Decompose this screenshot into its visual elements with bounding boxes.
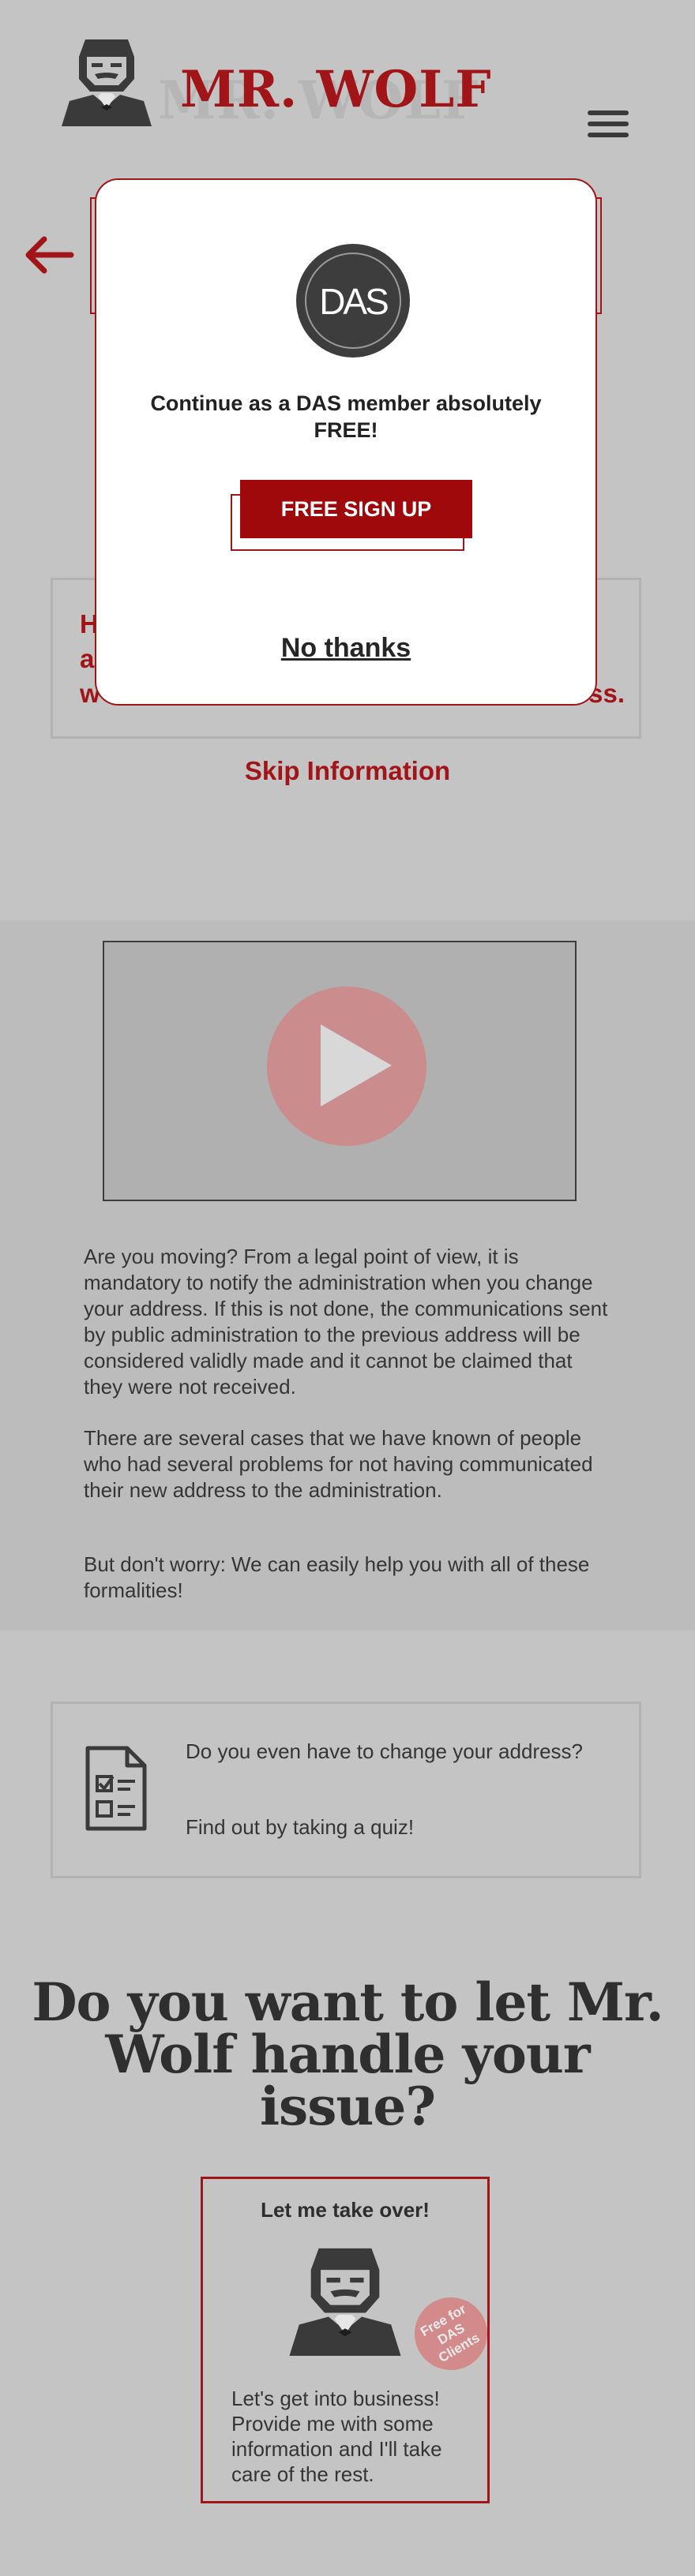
modal-title: Continue as a DAS member absolutely FREE… xyxy=(150,391,542,442)
free-for-das-badge: Free for DAS Clients xyxy=(401,2284,501,2383)
free-signup-button[interactable]: FREE SIGN UP xyxy=(240,480,472,538)
hamburger-menu-icon[interactable] xyxy=(588,110,629,137)
play-icon[interactable] xyxy=(267,987,426,1146)
page-headline: Do you want to let Mr. Wolf handle your … xyxy=(32,1971,663,2137)
paragraph-moving: Are you moving? From a legal point of vi… xyxy=(84,1245,608,1398)
quiz-cta: Find out by taking a quiz! xyxy=(186,1815,415,1839)
das-signup-modal: DAS Continue as a DAS member absolutely … xyxy=(95,178,597,706)
paragraph-help: But don't worry: We can easily help you … xyxy=(84,1552,590,1602)
wolf-mascot-icon xyxy=(289,2248,401,2356)
site-header: MR. WOLF MR. WOLF xyxy=(0,0,695,158)
logo-text[interactable]: MR. WOLF xyxy=(180,60,492,119)
arrow-left-icon[interactable] xyxy=(22,235,74,275)
no-thanks-link[interactable]: No thanks xyxy=(96,633,595,664)
paragraph-cases: There are several cases that we have kno… xyxy=(84,1426,593,1502)
das-logo-icon: DAS xyxy=(296,244,410,358)
svg-text:DAS: DAS xyxy=(319,281,388,322)
skip-information-link[interactable]: Skip Information xyxy=(0,756,695,786)
quiz-card[interactable]: Do you even have to change your address?… xyxy=(51,1702,641,1878)
document-checklist-icon xyxy=(85,1746,147,1831)
quiz-question: Do you even have to change your address? xyxy=(186,1739,584,1763)
take-over-card[interactable]: Let me take over! Free for DAS Clients L… xyxy=(201,2177,501,2503)
card-title: Let me take over! xyxy=(261,2198,430,2222)
content-section: Are you moving? From a legal point of vi… xyxy=(0,920,695,1631)
video-player[interactable] xyxy=(103,941,577,1201)
card-description: Let's get into business! Provide me with… xyxy=(231,2387,442,2486)
wolf-logo-icon[interactable] xyxy=(55,33,158,126)
